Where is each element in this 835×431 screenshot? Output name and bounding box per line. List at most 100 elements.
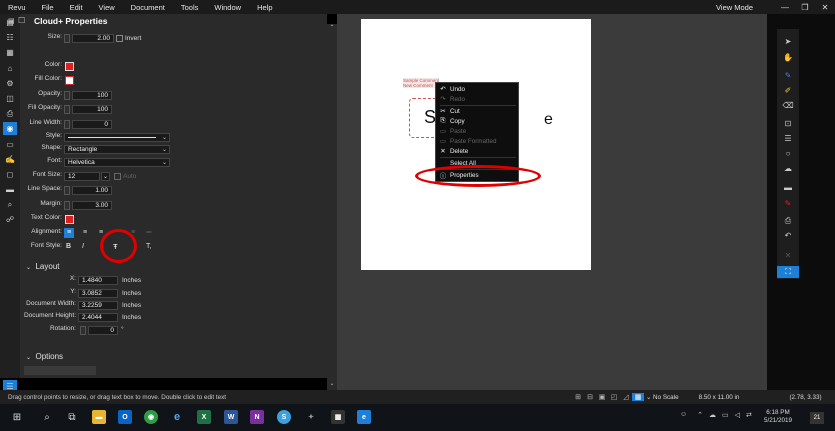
line-width-input[interactable]: 0 xyxy=(72,120,112,129)
links-icon[interactable]: ☍ xyxy=(3,213,17,226)
align-distribute-icon[interactable]: ═ xyxy=(144,228,154,238)
document-canvas[interactable]: Sample Comment New Comment S e xyxy=(337,14,767,390)
cloud-icon[interactable]: ☁ xyxy=(777,162,799,174)
color-swatch[interactable] xyxy=(65,62,74,71)
pan-hand-icon[interactable]: ✋ xyxy=(777,51,799,63)
margin-input[interactable]: 3.00 xyxy=(72,201,112,210)
people-icon[interactable]: ☺ xyxy=(680,411,687,419)
style-dropdown[interactable]: ⌄ xyxy=(64,133,170,142)
notification-badge[interactable]: 21 xyxy=(810,412,824,424)
options-dropdown[interactable] xyxy=(24,366,96,375)
line-space-input[interactable]: 1.00 xyxy=(72,186,112,195)
shape-dropdown[interactable]: Rectangle ⌄ xyxy=(64,145,170,154)
view-mode-button[interactable]: View Mode xyxy=(708,3,761,12)
windows-start-icon[interactable]: ⊞ xyxy=(10,410,24,424)
opacity-input[interactable]: 100 xyxy=(72,91,112,100)
size-spinner[interactable] xyxy=(64,34,70,43)
invert-checkbox[interactable] xyxy=(116,35,123,42)
eraser-icon[interactable]: ⌫ xyxy=(777,99,799,111)
properties-icon[interactable]: ◉ xyxy=(3,122,17,136)
line-style-icon[interactable]: ▬ xyxy=(777,181,799,193)
align-left-icon[interactable]: ≡ xyxy=(64,228,74,238)
file-explorer-icon[interactable]: ▬ xyxy=(92,410,106,424)
highlighter-icon[interactable]: ✐ xyxy=(777,84,799,96)
onenote-icon[interactable]: N xyxy=(250,410,264,424)
task-view-icon[interactable]: ⧉ xyxy=(65,410,79,424)
panel-menu-icon[interactable]: ▤ xyxy=(8,17,15,25)
studio-icon[interactable]: ⚙ xyxy=(3,77,17,90)
ctx-paste-formatted[interactable]: ▭ Paste Formatted xyxy=(436,136,520,146)
measurements-icon[interactable]: ▭ xyxy=(3,138,17,151)
font-size-input[interactable]: 12 xyxy=(64,172,100,181)
calculator-icon[interactable]: ▦ xyxy=(331,410,345,424)
close-icon[interactable]: ✕ xyxy=(777,249,799,261)
markup-snap-icon[interactable]: ◰ xyxy=(608,393,620,401)
strikethrough-button[interactable]: Ŧ xyxy=(113,242,118,251)
select-arrow-icon[interactable]: ➤ xyxy=(777,35,799,47)
snap-icon[interactable]: ⊟ xyxy=(584,393,596,401)
chrome-icon[interactable]: ◉ xyxy=(144,410,158,424)
menu-view[interactable]: View xyxy=(91,3,123,12)
expand-icon[interactable]: ⛶ xyxy=(777,266,799,278)
opacity-spinner[interactable] xyxy=(64,91,70,100)
chevron-down-icon[interactable]: ⌄ xyxy=(327,380,337,390)
print-icon[interactable]: ⎙ xyxy=(3,107,17,120)
pen-icon[interactable]: ✎ xyxy=(777,69,799,81)
size-input[interactable]: 2.00 xyxy=(72,34,114,43)
font-dropdown[interactable]: Helvetica ⌄ xyxy=(64,158,170,167)
close-button[interactable]: ✕ xyxy=(815,3,835,12)
rotation-spinner[interactable] xyxy=(80,326,86,335)
edge-icon[interactable]: e xyxy=(170,410,184,424)
ctx-redo[interactable]: ↷ Redo xyxy=(436,94,520,104)
signatures-icon[interactable]: ✍ xyxy=(3,153,17,166)
color-picker-icon[interactable]: ✎ xyxy=(777,197,799,209)
spaces-icon[interactable]: ▬ xyxy=(3,183,17,196)
superscript-button[interactable]: T, xyxy=(146,243,151,250)
ctx-select-all[interactable]: Select All xyxy=(436,158,520,168)
chevron-up-icon[interactable]: ⌃ xyxy=(327,24,337,34)
ellipse-icon[interactable]: ○ xyxy=(777,147,799,159)
cloud-sync-icon[interactable]: ☁ xyxy=(709,411,716,419)
volume-icon[interactable]: ◁ xyxy=(735,411,740,419)
bold-button[interactable]: B xyxy=(66,243,71,250)
panel-scrollbar[interactable]: ⌃ ⌄ xyxy=(327,24,337,390)
auto-checkbox[interactable] xyxy=(114,173,121,180)
x-input[interactable]: 1.4840 xyxy=(78,276,118,285)
snapshot-icon[interactable]: ⎙ xyxy=(777,215,799,227)
fill-opacity-spinner[interactable] xyxy=(64,105,70,114)
ctx-undo[interactable]: ↶ Undo xyxy=(436,84,520,94)
ctx-paste[interactable]: ▭ Paste xyxy=(436,126,520,136)
line-width-spinner[interactable] xyxy=(64,120,70,129)
menu-document[interactable]: Document xyxy=(123,3,173,12)
search-icon[interactable]: ⌕ xyxy=(3,198,17,211)
fill-color-swatch[interactable] xyxy=(65,76,74,85)
line-space-spinner[interactable] xyxy=(64,186,70,195)
margin-spinner[interactable] xyxy=(64,201,70,210)
tool-chest-icon[interactable]: ⌂ xyxy=(3,62,17,75)
restore-button[interactable]: ❐ xyxy=(795,3,815,12)
menu-revu[interactable]: Revu xyxy=(0,3,34,12)
bookmarks-icon[interactable]: ☷ xyxy=(3,31,17,44)
paint-icon[interactable]: ✦ xyxy=(304,410,318,424)
sync-icon[interactable]: ▦ xyxy=(632,393,644,401)
minimize-button[interactable]: — xyxy=(775,3,795,12)
layers-icon[interactable]: ◫ xyxy=(3,92,17,105)
menu-tools[interactable]: Tools xyxy=(173,3,207,12)
scale-dropdown[interactable]: ⌄ No Scale xyxy=(646,394,679,401)
menu-help[interactable]: Help xyxy=(249,3,280,12)
document-width-input[interactable]: 3.2259 xyxy=(78,301,118,310)
network-icon[interactable]: ⇄ xyxy=(746,411,752,419)
ctx-cut[interactable]: ✂ Cut xyxy=(436,106,520,116)
clock[interactable]: 6:18 PM 5/21/2019 xyxy=(764,409,792,425)
menu-window[interactable]: Window xyxy=(206,3,249,12)
file-access-icon[interactable]: ▦ xyxy=(3,46,17,59)
ctx-properties[interactable]: ⓘ Properties xyxy=(436,170,520,181)
text-color-swatch[interactable] xyxy=(65,215,74,224)
search-icon[interactable]: ⌕ xyxy=(40,410,54,424)
forms-icon[interactable]: ◻ xyxy=(3,168,17,181)
skype-icon[interactable]: S xyxy=(277,410,291,424)
fill-opacity-input[interactable]: 100 xyxy=(72,105,112,114)
menu-file[interactable]: File xyxy=(34,3,62,12)
grid-icon[interactable]: ⊞ xyxy=(572,393,584,401)
align-center-icon[interactable]: ≡ xyxy=(80,228,90,238)
